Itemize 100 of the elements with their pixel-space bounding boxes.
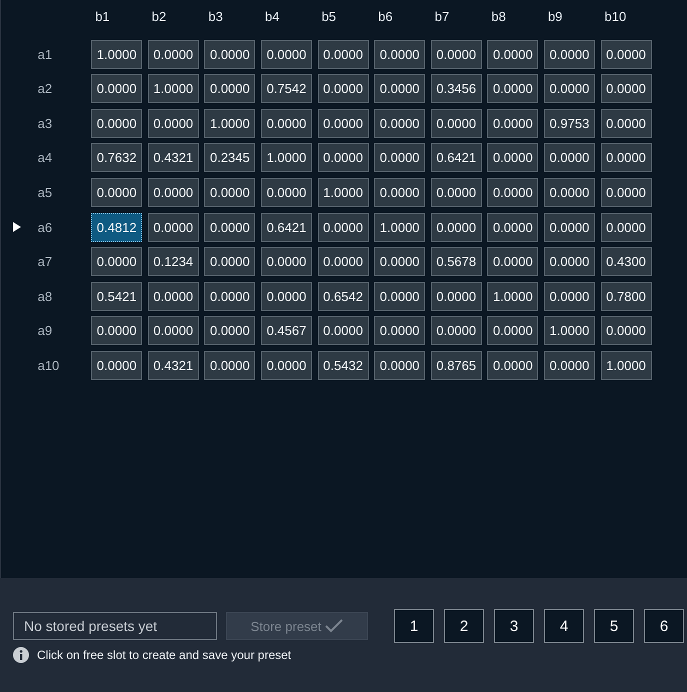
matrix-cell[interactable]: 0.0000 [318, 247, 369, 276]
matrix-cell[interactable]: 0.0000 [487, 316, 538, 346]
matrix-cell[interactable]: 1.0000 [91, 40, 142, 69]
matrix-cell[interactable]: 0.8765 [430, 350, 482, 380]
matrix-cell[interactable]: 1.0000 [204, 108, 256, 138]
matrix-cell[interactable]: 0.0000 [260, 282, 312, 311]
matrix-cell[interactable]: 0.0000 [204, 74, 256, 104]
matrix-cell[interactable]: 0.0000 [318, 74, 369, 104]
matrix-cell[interactable]: 0.0000 [91, 247, 142, 276]
matrix-cell[interactable]: 0.0000 [487, 350, 538, 380]
matrix-cell[interactable]: 0.0000 [544, 178, 595, 207]
matrix-cell[interactable]: 0.0000 [318, 108, 369, 138]
matrix-cell[interactable]: 0.7632 [91, 143, 142, 172]
matrix-cell[interactable]: 0.0000 [91, 108, 142, 138]
matrix-cell[interactable]: 0.0000 [374, 178, 426, 207]
matrix-cell[interactable]: 0.0000 [260, 40, 312, 69]
matrix-cell[interactable]: 0.0000 [544, 282, 595, 311]
matrix-cell[interactable]: 0.0000 [600, 74, 652, 104]
matrix-cell[interactable]: 0.0000 [544, 212, 595, 242]
matrix-cell[interactable]: 0.0000 [430, 212, 482, 242]
matrix-cell[interactable]: 1.0000 [600, 350, 652, 380]
matrix-cell[interactable]: 0.0000 [204, 316, 256, 346]
matrix-cell[interactable]: 0.4321 [148, 350, 199, 380]
matrix-cell[interactable]: 0.0000 [91, 74, 142, 104]
matrix-cell[interactable]: 0.0000 [260, 108, 312, 138]
matrix-cell[interactable]: 0.0000 [91, 350, 142, 380]
matrix-cell[interactable]: 0.0000 [487, 143, 538, 172]
matrix-cell[interactable]: 0.0000 [544, 74, 595, 104]
matrix-cell[interactable]: 0.0000 [91, 178, 142, 207]
matrix-cell[interactable]: 0.0000 [204, 282, 256, 311]
matrix-cell[interactable]: 0.4567 [260, 316, 312, 346]
matrix-cell[interactable]: 0.6542 [318, 282, 369, 311]
matrix-cell[interactable]: 0.0000 [430, 40, 482, 69]
matrix-cell[interactable]: 0.0000 [544, 350, 595, 380]
matrix-cell[interactable]: 0.0000 [204, 40, 256, 69]
matrix-cell[interactable]: 1.0000 [374, 212, 426, 242]
matrix-cell[interactable]: 0.1234 [148, 247, 199, 276]
matrix-cell[interactable]: 0.0000 [374, 143, 426, 172]
matrix-cell[interactable]: 0.5421 [91, 282, 142, 311]
matrix-cell[interactable]: 0.9753 [544, 108, 595, 138]
preset-slot-button[interactable]: 3 [494, 609, 534, 643]
matrix-cell[interactable]: 0.0000 [430, 108, 482, 138]
matrix-cell[interactable]: 0.0000 [374, 350, 426, 380]
matrix-cell[interactable]: 0.0000 [374, 74, 426, 104]
matrix-cell[interactable]: 0.0000 [600, 108, 652, 138]
matrix-cell[interactable]: 0.0000 [318, 40, 369, 69]
matrix-cell[interactable]: 1.0000 [260, 143, 312, 172]
matrix-cell[interactable]: 0.0000 [600, 316, 652, 346]
preset-slot-button[interactable]: 4 [544, 609, 584, 643]
matrix-cell[interactable]: 0.0000 [148, 178, 199, 207]
matrix-cell[interactable]: 0.6421 [260, 212, 312, 242]
matrix-cell[interactable]: 0.0000 [374, 40, 426, 69]
matrix-cell[interactable]: 0.3456 [430, 74, 482, 104]
matrix-cell[interactable]: 0.0000 [318, 316, 369, 346]
matrix-cell[interactable]: 1.0000 [487, 282, 538, 311]
preset-slot-button[interactable]: 2 [444, 609, 484, 643]
matrix-cell[interactable]: 0.0000 [430, 178, 482, 207]
matrix-cell[interactable]: 0.0000 [374, 316, 426, 346]
matrix-cell[interactable]: 0.0000 [487, 247, 538, 276]
matrix-cell[interactable]: 0.0000 [487, 74, 538, 104]
matrix-cell[interactable]: 0.0000 [374, 108, 426, 138]
matrix-cell[interactable]: 0.0000 [204, 178, 256, 207]
matrix-cell[interactable]: 0.0000 [260, 350, 312, 380]
matrix-cell[interactable]: 0.5432 [318, 350, 369, 380]
preset-slot-button[interactable]: 5 [594, 609, 634, 643]
matrix-cell[interactable]: 0.0000 [318, 212, 369, 242]
matrix-cell[interactable]: 0.0000 [487, 212, 538, 242]
matrix-cell[interactable]: 0.5678 [430, 247, 482, 276]
matrix-cell[interactable]: 0.0000 [148, 108, 199, 138]
matrix-cell[interactable]: 0.0000 [260, 178, 312, 207]
matrix-cell[interactable]: 1.0000 [544, 316, 595, 346]
matrix-cell[interactable]: 0.0000 [487, 40, 538, 69]
matrix-cell[interactable]: 0.7542 [260, 74, 312, 104]
matrix-cell[interactable]: 0.0000 [204, 247, 256, 276]
matrix-cell[interactable]: 0.6421 [430, 143, 482, 172]
matrix-cell[interactable]: 0.0000 [487, 178, 538, 207]
matrix-cell[interactable]: 0.2345 [204, 143, 256, 172]
matrix-cell[interactable]: 0.0000 [544, 143, 595, 172]
matrix-cell[interactable]: 0.0000 [430, 316, 482, 346]
matrix-cell[interactable]: 0.0000 [148, 212, 199, 242]
matrix-cell[interactable]: 0.0000 [430, 282, 482, 311]
matrix-cell[interactable]: 0.0000 [260, 247, 312, 276]
matrix-cell[interactable]: 1.0000 [148, 74, 199, 104]
matrix-cell[interactable]: 0.0000 [204, 212, 256, 242]
matrix-cell[interactable]: 0.0000 [600, 143, 652, 172]
matrix-cell[interactable]: 0.0000 [204, 350, 256, 380]
matrix-cell[interactable]: 0.4300 [600, 247, 652, 276]
matrix-cell[interactable]: 0.0000 [544, 247, 595, 276]
matrix-cell[interactable]: 0.0000 [544, 40, 595, 69]
matrix-cell[interactable]: 0.7800 [600, 282, 652, 311]
matrix-cell[interactable]: 0.4321 [148, 143, 199, 172]
preset-name-field[interactable]: No stored presets yet [13, 612, 217, 640]
matrix-cell[interactable]: 0.4812 [91, 212, 142, 242]
matrix-cell[interactable]: 0.0000 [374, 282, 426, 311]
matrix-cell[interactable]: 0.0000 [318, 143, 369, 172]
matrix-cell[interactable]: 0.0000 [600, 212, 652, 242]
matrix-cell[interactable]: 0.0000 [148, 282, 199, 311]
matrix-cell[interactable]: 0.0000 [91, 316, 142, 346]
matrix-cell[interactable]: 0.0000 [148, 316, 199, 346]
matrix-cell[interactable]: 0.0000 [600, 178, 652, 207]
